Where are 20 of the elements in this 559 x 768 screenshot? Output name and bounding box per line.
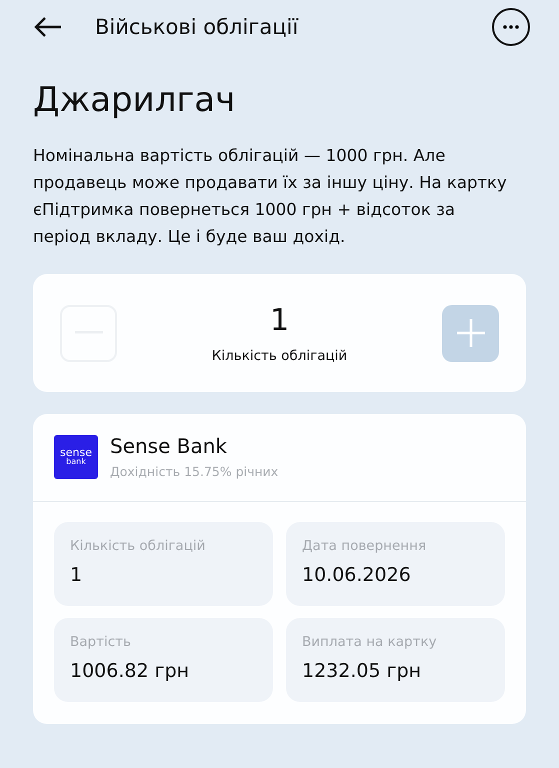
detail-value: 1006.82 грн <box>70 660 190 682</box>
description-text: Номінальна вартість облігацій — 1000 грн. Але продавець може продавати їх за іншу ціну. На картку єПідтримка повернеться 1000 грн + відсоток за період вкладу. Це і буде ваш дохід. <box>33 145 508 248</box>
bank-logo: sense bank <box>54 434 98 478</box>
detail-value: 1232.05 грн <box>302 660 422 682</box>
detail-value: 10.06.2026 <box>302 564 412 586</box>
detail-label: Вартість <box>70 634 132 650</box>
detail-label: Дата повернення <box>302 538 428 554</box>
detail-value: 1 <box>70 564 84 586</box>
page-title: Військові облігації <box>95 15 300 39</box>
ellipsis-icon <box>503 25 519 29</box>
yield-text: Дохідність 15.75% річних <box>110 464 278 479</box>
bank-name: Sense Bank <box>110 434 228 458</box>
back-arrow-icon[interactable] <box>33 16 63 38</box>
quantity-label: Кількість облігацій <box>212 348 348 364</box>
bond-name: Джарилгач <box>33 80 236 120</box>
detail-label: Виплата на картку <box>302 634 438 650</box>
more-options-button[interactable] <box>492 8 530 46</box>
plus-icon <box>456 319 484 347</box>
detail-label: Кількість облігацій <box>70 538 206 554</box>
quantity-value: 1 <box>270 302 290 338</box>
